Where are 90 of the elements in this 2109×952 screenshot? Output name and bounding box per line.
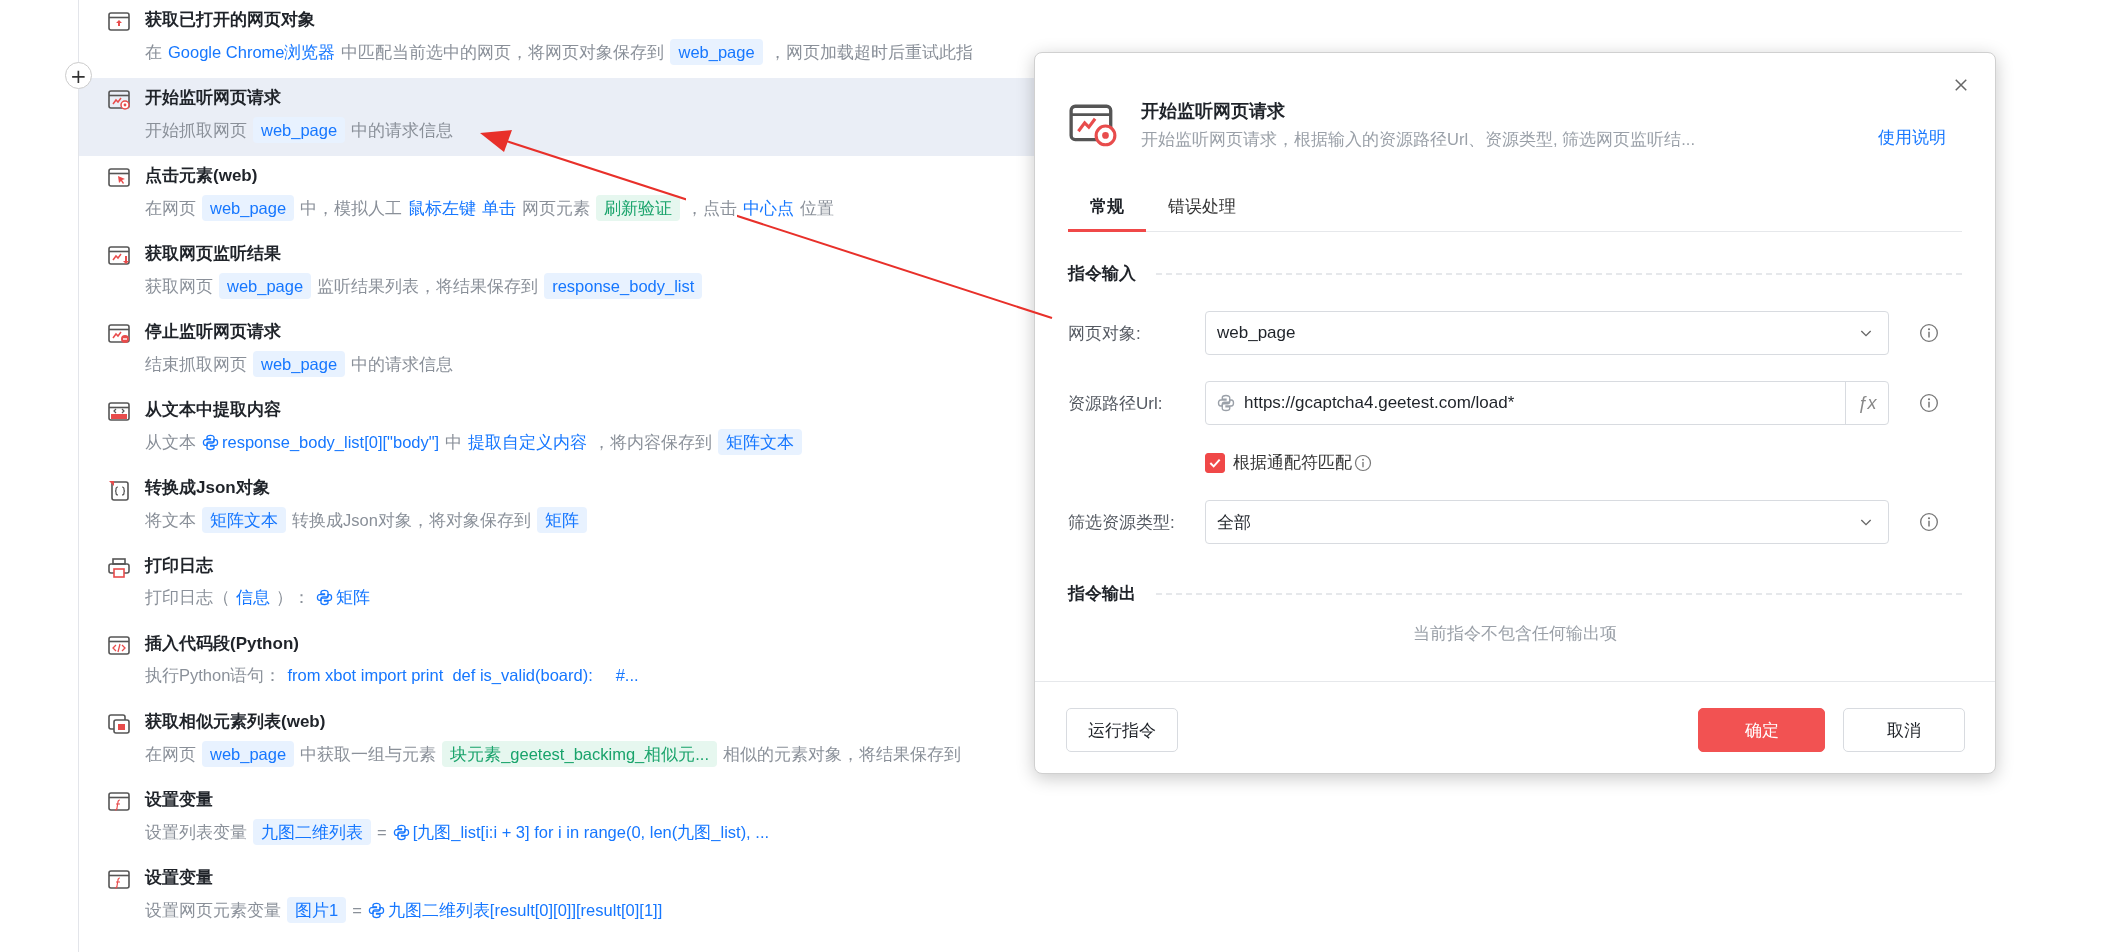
code-window-icon <box>107 634 131 658</box>
dialog-button[interactable]: 运行指令 <box>1066 708 1178 752</box>
field-label: 筛选资源类型: <box>1068 511 1176 534</box>
stacked-windows-icon <box>107 712 131 736</box>
close-icon[interactable] <box>1952 76 1970 94</box>
description-text: 相似的元素对象，将结果保存到 <box>723 742 961 766</box>
function-window-icon <box>107 790 131 814</box>
add-step-button[interactable]: + <box>65 62 92 89</box>
option-link[interactable]: 鼠标左键 <box>408 196 477 220</box>
description-text: 中获取一组与元素 <box>300 742 437 766</box>
python-icon <box>392 823 410 841</box>
step-title: 获取相似元素列表(web) <box>145 711 327 733</box>
info-icon <box>1919 393 1939 413</box>
field-label: 资源路径Url: <box>1068 392 1164 415</box>
checkbox-label: 根据通配符匹配 <box>1233 452 1352 474</box>
step-title: 获取已打开的网页对象 <box>145 9 316 31</box>
json-document-icon <box>107 478 131 502</box>
variable-tag: web_page <box>202 741 295 767</box>
select-field[interactable]: 全部 <box>1205 500 1889 544</box>
python-icon <box>316 588 333 606</box>
step-title: 设置变量 <box>145 867 214 889</box>
variable-tag: web_page <box>670 39 763 65</box>
field-label: 网页对象: <box>1068 322 1142 345</box>
empty-message: 当前指令不包含任何输出项 <box>1412 623 1618 644</box>
option-link[interactable]: 中心点 <box>743 196 795 220</box>
browser-stop-icon <box>107 322 131 346</box>
info-icon <box>1919 323 1939 343</box>
variable-tag: response_body_list <box>544 273 703 299</box>
dialog-description: 开始监听网页请求，根据输入的资源路径Url、资源类型, 筛选网页监听结... <box>1141 129 1696 150</box>
step-title: 获取网页监听结果 <box>145 243 282 265</box>
browser-upload-icon <box>107 10 131 34</box>
option-link[interactable]: Google Chrome浏览器 <box>168 40 336 64</box>
step-title: 设置变量 <box>145 789 214 811</box>
checkbox[interactable] <box>1205 452 1225 473</box>
printer-icon <box>107 556 131 580</box>
element-tag: 刷新验证 <box>596 195 681 221</box>
step-title: 打印日志 <box>145 555 214 577</box>
function-button[interactable]: ƒx <box>1845 382 1888 424</box>
option-link[interactable]: from xbot import print def is_valid(board): #... <box>287 663 639 687</box>
expression-text: [九图_list[i:i + 3] for i in range(0, len(九图_list), ... <box>412 822 770 843</box>
python-icon <box>367 901 385 919</box>
expression-text: 九图二维列表[result[0][0]][result[0][1]] <box>387 900 663 921</box>
option-link[interactable]: 单击 <box>482 196 517 220</box>
info-icon <box>1354 453 1372 472</box>
variable-tag: 九图二维列表 <box>253 819 371 845</box>
input-field[interactable]: https://gcaptcha4.geetest.com/load* ƒx <box>1205 381 1889 425</box>
step-row[interactable]: 设置变量 设置网页元素变量 图片1 = 九图二维列表[result[0][0]][result[0][1]] <box>79 858 1979 936</box>
expression-text: 矩阵 <box>336 587 370 608</box>
variable-tag: 矩阵文本 <box>202 507 286 533</box>
python-icon <box>202 433 219 451</box>
section-title: 指令输出 <box>1068 583 1136 605</box>
expression-text: response_body_list[0]["body"] <box>222 432 440 453</box>
python-icon <box>1217 394 1235 412</box>
variable-tag: web_page <box>202 195 295 221</box>
browser-eye-icon <box>107 88 131 112</box>
step-title: 点击元素(web) <box>145 165 259 187</box>
description-text: 设置网页元素变量 <box>145 898 281 922</box>
description-text: 设置列表变量 <box>145 820 247 844</box>
variable-tag: 图片1 <box>287 897 347 923</box>
code-text-icon <box>107 400 131 424</box>
tab[interactable]: 常规 <box>1068 185 1146 232</box>
variable-tag: 矩阵文本 <box>718 429 803 455</box>
dialog-button[interactable]: 取消 <box>1843 708 1965 752</box>
option-link[interactable]: 提取自定义内容 <box>468 430 588 454</box>
step-title: 停止监听网页请求 <box>145 321 282 343</box>
function-window-icon <box>107 868 131 892</box>
select-field[interactable]: web_page <box>1205 311 1889 355</box>
step-title: 插入代码段(Python) <box>145 633 300 655</box>
variable-tag: web_page <box>219 273 312 299</box>
variable-tag: web_page <box>253 351 346 377</box>
browser-cursor-icon <box>107 166 131 190</box>
description-text: 网页元素 <box>522 196 591 220</box>
option-link[interactable]: 信息 <box>236 585 270 609</box>
browser-download-icon <box>107 244 131 268</box>
description-text: 中，模拟人工 <box>300 196 403 220</box>
variable-tag: web_page <box>253 117 346 143</box>
element-tag: 块元素_geetest_backimg_相似元... <box>442 741 717 767</box>
step-row[interactable]: 设置变量 设置列表变量 九图二维列表 = [九图_list[i:i + 3] for i in range(0, len(九图_list), ... <box>79 780 1979 858</box>
help-link[interactable]: 使用说明 <box>1878 127 1946 149</box>
description-text: 将文本 <box>145 508 196 532</box>
description-text: ，点击 <box>686 196 738 220</box>
section-title: 指令输入 <box>1068 263 1136 285</box>
description-text: 从文本 <box>145 430 196 454</box>
dialog-title: 开始监听网页请求 <box>1141 100 1286 123</box>
info-icon <box>1919 512 1939 532</box>
step-title: 转换成Json对象 <box>145 477 271 499</box>
tab[interactable]: 错误处理 <box>1146 185 1258 231</box>
step-title: 从文本中提取内容 <box>145 399 282 421</box>
step-title: 开始监听网页请求 <box>145 87 282 109</box>
variable-tag: 矩阵 <box>536 507 587 533</box>
